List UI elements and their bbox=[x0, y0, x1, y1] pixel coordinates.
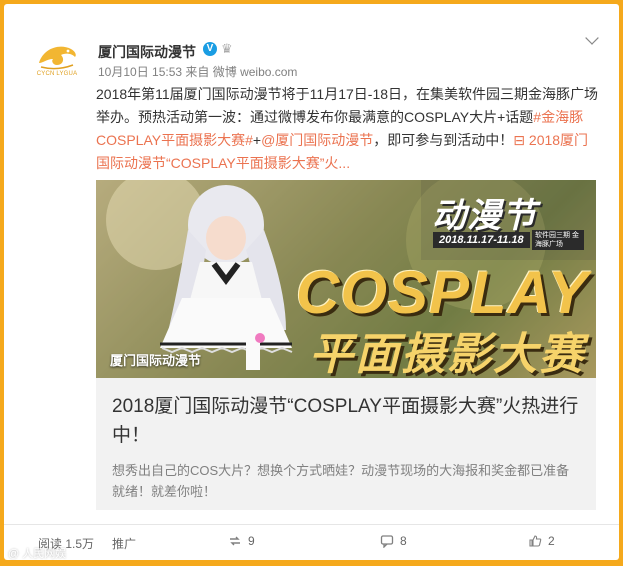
like-count: 2 bbox=[548, 534, 555, 548]
like-icon bbox=[529, 535, 542, 547]
post-source: 来自 微博 weibo.com bbox=[185, 65, 298, 79]
like-button[interactable]: 2 bbox=[528, 534, 555, 548]
hero-brand: 厦门国际动漫节 bbox=[110, 353, 202, 368]
avatar-caption: CYCN LYGUA bbox=[36, 70, 78, 77]
comment-count: 8 bbox=[400, 534, 407, 548]
article-title[interactable]: 2018厦门国际动漫节“COSPLAY平面摄影大赛”火热进行中！ bbox=[112, 392, 582, 450]
hero-image[interactable]: 动漫节 2018.11.17-11.18 软件园三期 金海豚广场 COSPLAY… bbox=[96, 180, 596, 378]
hero-date: 2018.11.17-11.18 bbox=[433, 232, 530, 248]
dolphin-logo-icon bbox=[39, 46, 76, 69]
repost-count: 9 bbox=[248, 534, 255, 548]
repost-button[interactable]: 9 bbox=[228, 534, 255, 548]
weibo-post-card: CYCN LYGUA 厦门国际动漫节 V ♛ 10月10日 15:53 来自 微… bbox=[4, 4, 619, 560]
post-meta: 10月10日 15:53 来自 微博 weibo.com bbox=[98, 63, 297, 80]
comment-button[interactable]: 8 bbox=[380, 534, 407, 548]
post-footer: 阅读 1.5万 推广 9 8 2 bbox=[4, 524, 619, 560]
watermark: @ 人民网娱 bbox=[8, 548, 67, 560]
post-text-main: 2018年第11届厦门国际动漫节将于11月17日-18日，在集美软件园三期金海豚… bbox=[96, 86, 599, 125]
hero-title-cosplay: COSPLAY bbox=[296, 259, 589, 326]
chevron-down-icon[interactable] bbox=[585, 31, 599, 45]
crown-icon: ♛ bbox=[221, 41, 233, 56]
post-text-plus: + bbox=[252, 132, 262, 148]
promote-button[interactable]: 推广 bbox=[112, 535, 136, 552]
mention-link[interactable]: @厦门国际动漫节 bbox=[261, 132, 373, 148]
post-text: 2018年第11届厦门国际动漫节将于11月17日-18日，在集美软件园三期金海豚… bbox=[96, 83, 601, 175]
hero-title-top: 动漫节 bbox=[432, 197, 537, 235]
post-time[interactable]: 10月10日 15:53 bbox=[98, 65, 182, 79]
article-description: 想秀出自己的COS大片？想换个方式晒娃？动漫节现场的大海报和奖金都已准备就绪！就… bbox=[112, 463, 570, 499]
post-text-after: ，即可参与到活动中！ bbox=[373, 132, 514, 148]
avatar[interactable]: CYCN LYGUA bbox=[32, 36, 82, 82]
verified-icon: V bbox=[203, 42, 217, 56]
repost-icon bbox=[230, 536, 240, 546]
account-name[interactable]: 厦门国际动漫节 bbox=[98, 42, 196, 62]
comment-icon bbox=[380, 535, 394, 548]
hero-venue: 软件园三期 金海豚广场 bbox=[532, 230, 584, 250]
hero-title-bottom: 平面摄影大赛 bbox=[309, 330, 585, 378]
article-card[interactable]: 2018厦门国际动漫节“COSPLAY平面摄影大赛”火热进行中！ 想秀出自己的C… bbox=[96, 378, 596, 510]
